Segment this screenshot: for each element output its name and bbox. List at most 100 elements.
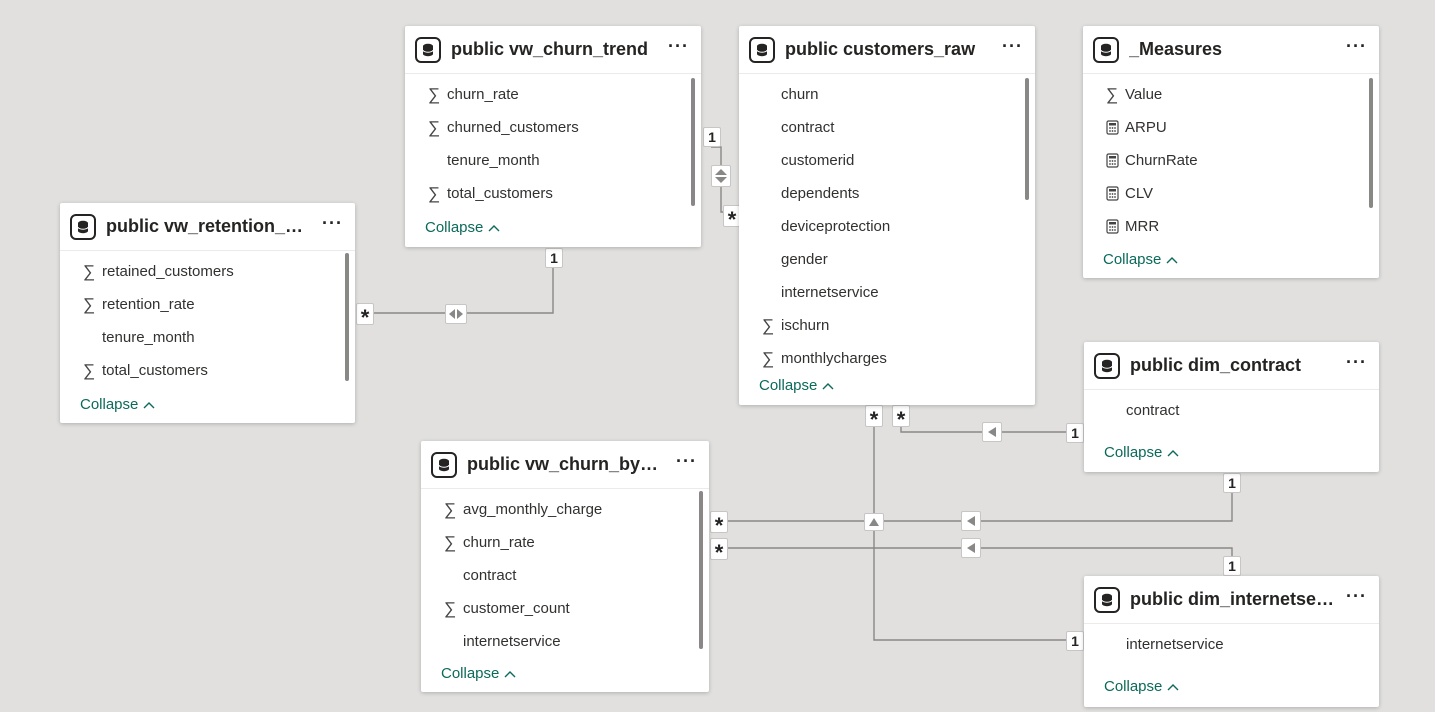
field-row[interactable]: churn: [739, 78, 1035, 111]
table-card-vw-churn-by-segment[interactable]: public vw_churn_by_se... ··· ∑ avg_monthl…: [421, 441, 709, 692]
table-card-vw-churn-trend[interactable]: public vw_churn_trend ··· ∑ churn_rate ∑ ch…: [405, 26, 701, 247]
collapse-button[interactable]: Collapse: [1104, 678, 1179, 695]
collapse-button[interactable]: Collapse: [1103, 251, 1178, 268]
chevron-up-icon: [1166, 251, 1178, 268]
sigma-icon: ∑: [427, 84, 441, 104]
table-header[interactable]: public dim_internetserv... ···: [1084, 576, 1379, 624]
calculator-icon: [1101, 219, 1123, 234]
field-row[interactable]: internetservice: [421, 625, 709, 658]
table-card-measures[interactable]: _Measures ··· ∑ Value ARPU ChurnRate CLV MRR …: [1083, 26, 1379, 278]
filter-direction-icon[interactable]: [961, 511, 981, 531]
field-row[interactable]: contract: [739, 111, 1035, 144]
table-header[interactable]: public vw_churn_by_se... ···: [421, 441, 709, 489]
field-row[interactable]: ∑ customer_count: [421, 592, 709, 625]
sigma-icon: ∑: [761, 348, 775, 368]
field-row[interactable]: ∑ total_customers: [405, 177, 701, 210]
filter-direction-icon[interactable]: [982, 422, 1002, 442]
field-row[interactable]: ∑ Value: [1083, 78, 1379, 111]
filter-direction-icon[interactable]: [864, 513, 884, 531]
collapse-button[interactable]: Collapse: [425, 219, 500, 236]
table-header[interactable]: public customers_raw ···: [739, 26, 1035, 74]
field-list[interactable]: internetservice: [1084, 624, 1379, 668]
collapse-label: Collapse: [425, 219, 484, 236]
collapse-button[interactable]: Collapse: [441, 665, 516, 682]
field-row[interactable]: internetservice: [1084, 628, 1379, 661]
more-options-button[interactable]: ···: [668, 37, 689, 59]
field-row[interactable]: gender: [739, 243, 1035, 276]
collapse-label: Collapse: [80, 396, 139, 413]
more-options-button[interactable]: ···: [1002, 37, 1023, 59]
field-row[interactable]: ARPU: [1083, 111, 1379, 144]
collapse-button[interactable]: Collapse: [759, 377, 834, 394]
collapse-label: Collapse: [759, 377, 818, 394]
field-list[interactable]: ∑ retained_customers ∑ retention_rate tenure…: [60, 251, 355, 387]
field-row[interactable]: ∑ avg_monthly_charge: [421, 493, 709, 526]
chevron-up-icon: [822, 377, 834, 394]
table-header[interactable]: public dim_contract ···: [1084, 342, 1379, 390]
cardinality-many-marker: *: [356, 303, 374, 328]
cardinality-many-marker: *: [710, 538, 728, 563]
database-icon: [749, 36, 775, 63]
scrollbar[interactable]: [691, 78, 695, 206]
field-label: CLV: [1125, 185, 1154, 202]
field-row[interactable]: ∑ total_customers: [60, 354, 355, 387]
collapse-button[interactable]: Collapse: [1104, 444, 1179, 461]
field-row[interactable]: ∑ churn_rate: [405, 78, 701, 111]
field-list[interactable]: ∑ Value ARPU ChurnRate CLV MRR: [1083, 74, 1379, 246]
field-row[interactable]: contract: [421, 559, 709, 592]
scrollbar[interactable]: [345, 253, 349, 381]
field-row[interactable]: CLV: [1083, 177, 1379, 210]
filter-direction-icon[interactable]: [961, 538, 981, 558]
field-row[interactable]: MRR: [1083, 210, 1379, 243]
field-label: churned_customers: [447, 119, 579, 136]
bidirectional-filter-icon[interactable]: [445, 304, 467, 324]
field-label: churn_rate: [463, 534, 535, 551]
table-card-customers-raw[interactable]: public customers_raw ··· churn contract cu…: [739, 26, 1035, 405]
field-label: internetservice: [463, 633, 561, 650]
more-options-button[interactable]: ···: [1346, 353, 1367, 375]
more-options-button[interactable]: ···: [676, 452, 697, 474]
more-options-button[interactable]: ···: [1346, 37, 1367, 59]
field-row[interactable]: ChurnRate: [1083, 144, 1379, 177]
field-row[interactable]: internetservice: [739, 276, 1035, 309]
field-list[interactable]: churn contract customerid dependents devicep…: [739, 74, 1035, 378]
table-card-dim-internetservice[interactable]: public dim_internetserv... ··· internets…: [1084, 576, 1379, 707]
database-icon: [1094, 586, 1120, 613]
field-row[interactable]: ∑ retention_rate: [60, 288, 355, 321]
table-header[interactable]: public vw_churn_trend ···: [405, 26, 701, 74]
field-label: ischurn: [781, 317, 830, 334]
table-title: public dim_contract: [1130, 355, 1302, 375]
collapse-label: Collapse: [1104, 444, 1163, 461]
field-list[interactable]: ∑ churn_rate ∑ churned_customers tenure_mont…: [405, 74, 701, 210]
field-row[interactable]: tenure_month: [405, 144, 701, 177]
table-header[interactable]: public vw_retention_by_... ···: [60, 203, 355, 251]
field-row[interactable]: ∑ churn_rate: [421, 526, 709, 559]
sigma-icon: ∑: [82, 261, 96, 281]
field-row[interactable]: dependents: [739, 177, 1035, 210]
field-list[interactable]: ∑ avg_monthly_charge ∑ churn_rate contract ∑ c…: [421, 489, 709, 659]
field-row[interactable]: tenure_month: [60, 321, 355, 354]
collapse-button[interactable]: Collapse: [80, 396, 155, 413]
sigma-icon: ∑: [82, 294, 96, 314]
field-row[interactable]: deviceprotection: [739, 210, 1035, 243]
field-row[interactable]: customerid: [739, 144, 1035, 177]
field-label: internetservice: [1126, 636, 1224, 653]
table-header[interactable]: _Measures ···: [1083, 26, 1379, 74]
field-list[interactable]: contract: [1084, 390, 1379, 434]
table-card-vw-retention[interactable]: public vw_retention_by_... ··· ∑ retained…: [60, 203, 355, 423]
more-options-button[interactable]: ···: [322, 214, 343, 236]
more-options-button[interactable]: ···: [1346, 587, 1367, 609]
scrollbar[interactable]: [1369, 78, 1373, 208]
field-row[interactable]: ∑ churned_customers: [405, 111, 701, 144]
bidirectional-filter-icon[interactable]: [711, 165, 731, 187]
field-label: customer_count: [463, 600, 570, 617]
model-canvas[interactable]: 1 * 1 * * * 1 1 * * 1 1 public vw_churn_…: [0, 0, 1435, 712]
field-row[interactable]: ∑ retained_customers: [60, 255, 355, 288]
field-label: churn_rate: [447, 86, 519, 103]
field-row[interactable]: ∑ monthlycharges: [739, 342, 1035, 375]
field-row[interactable]: ∑ ischurn: [739, 309, 1035, 342]
scrollbar[interactable]: [1025, 78, 1029, 200]
scrollbar[interactable]: [699, 491, 703, 649]
table-card-dim-contract[interactable]: public dim_contract ··· contract Collaps…: [1084, 342, 1379, 472]
field-row[interactable]: contract: [1084, 394, 1379, 427]
